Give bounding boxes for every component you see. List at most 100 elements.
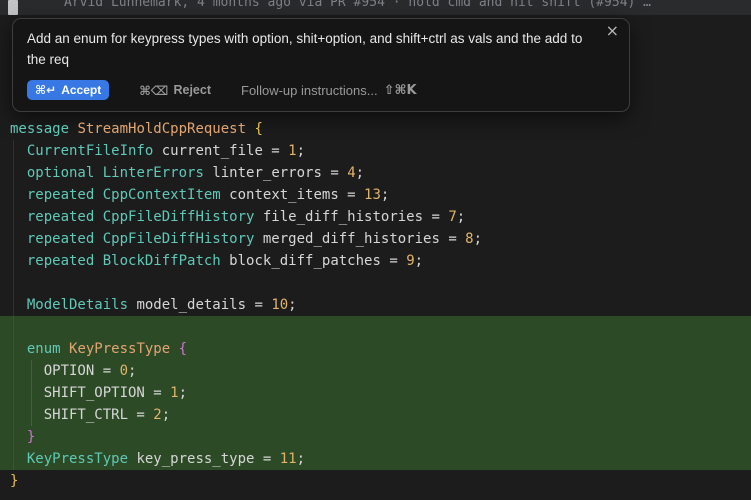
code-token: { xyxy=(254,121,262,137)
reject-shortcut-icon: ⌘⌫ xyxy=(139,83,168,98)
code-token: ; xyxy=(297,143,305,159)
code-token: 4 xyxy=(347,165,355,181)
ai-edit-popup: × Add an enum for keypress types with op… xyxy=(12,18,630,112)
code-token xyxy=(94,165,102,181)
code-token: ; xyxy=(381,187,389,203)
code-token xyxy=(10,451,27,467)
code-line[interactable]: message StreamHoldCppRequest { xyxy=(0,118,751,140)
code-token xyxy=(10,165,27,181)
code-token xyxy=(61,341,69,357)
code-token: ModelDetails xyxy=(27,297,128,313)
code-line[interactable]: } xyxy=(0,470,751,492)
code-line[interactable]: repeated CppFileDiffHistory file_diff_hi… xyxy=(0,206,751,228)
code-token: 10 xyxy=(271,297,288,313)
code-token: StreamHoldCppRequest xyxy=(77,121,246,137)
accept-shortcut-icon: ⌘↵ xyxy=(35,83,56,97)
code-token xyxy=(10,253,27,269)
accept-label: Accept xyxy=(61,83,101,97)
code-token xyxy=(94,253,102,269)
code-token: repeated xyxy=(27,253,94,269)
followup-label: Follow-up instructions... xyxy=(241,83,378,98)
code-token: SHIFT_OPTION = xyxy=(10,385,170,401)
code-token xyxy=(10,341,27,357)
code-token xyxy=(94,187,102,203)
code-token: SHIFT_CTRL = xyxy=(10,407,153,423)
code-token: 1 xyxy=(288,143,296,159)
code-token: ; xyxy=(415,253,423,269)
editor-window: Arvid Lunnemark, 4 months ago via PR #95… xyxy=(0,0,751,500)
code-token: optional xyxy=(27,165,94,181)
code-token: ; xyxy=(356,165,364,181)
code-token xyxy=(10,143,27,159)
code-token: { xyxy=(179,341,187,357)
code-token xyxy=(94,209,102,225)
code-token: KeyPressType xyxy=(27,451,128,467)
followup-shortcut: ⇧⌘K xyxy=(384,83,417,98)
code-token: key_press_type = xyxy=(128,451,280,467)
code-token: repeated xyxy=(27,187,94,203)
git-blame-text: Arvid Lunnemark, 4 months ago via PR #95… xyxy=(64,0,651,13)
code-area: message StreamHoldCppRequest { CurrentFi… xyxy=(0,118,751,492)
code-token: ; xyxy=(179,385,187,401)
code-token: KeyPressType xyxy=(69,341,170,357)
code-token: ; xyxy=(457,209,465,225)
text-cursor xyxy=(8,0,18,15)
code-line[interactable]: CurrentFileInfo current_file = 1; xyxy=(0,140,751,162)
code-token: ; xyxy=(288,297,296,313)
accept-button[interactable]: ⌘↵ Accept xyxy=(27,80,109,100)
code-token xyxy=(170,341,178,357)
code-token: CurrentFileInfo xyxy=(27,143,153,159)
code-line[interactable]: repeated BlockDiffPatch block_diff_patch… xyxy=(0,250,751,272)
code-token: LinterErrors xyxy=(103,165,204,181)
code-token: ; xyxy=(474,231,482,247)
code-token: message xyxy=(10,121,77,137)
code-token: } xyxy=(27,429,35,445)
code-token xyxy=(10,209,27,225)
code-line[interactable]: } xyxy=(0,426,751,448)
code-token: 13 xyxy=(364,187,381,203)
code-line[interactable]: SHIFT_CTRL = 2; xyxy=(0,404,751,426)
code-token xyxy=(10,429,27,445)
code-line[interactable] xyxy=(0,316,751,338)
code-token: 7 xyxy=(448,209,456,225)
code-line[interactable]: SHIFT_OPTION = 1; xyxy=(0,382,751,404)
code-token: 11 xyxy=(280,451,297,467)
code-token: 0 xyxy=(120,363,128,379)
reject-button[interactable]: ⌘⌫ Reject xyxy=(139,83,211,98)
code-token: } xyxy=(10,473,18,489)
code-token: ; xyxy=(297,451,305,467)
prompt-text: Add an enum for keypress types with opti… xyxy=(13,19,629,70)
code-token xyxy=(10,187,27,203)
followup-instructions-button[interactable]: Follow-up instructions... ⇧⌘K xyxy=(241,83,417,98)
code-token: model_details = xyxy=(128,297,271,313)
code-token: CppFileDiffHistory xyxy=(103,231,255,247)
code-line[interactable]: KeyPressType key_press_type = 11; xyxy=(0,448,751,470)
code-line[interactable]: ModelDetails model_details = 10; xyxy=(0,294,751,316)
code-token: CppContextItem xyxy=(103,187,221,203)
code-token: 8 xyxy=(465,231,473,247)
code-token: BlockDiffPatch xyxy=(103,253,221,269)
code-token: context_items = xyxy=(221,187,364,203)
code-token: CppFileDiffHistory xyxy=(103,209,255,225)
code-token: repeated xyxy=(27,209,94,225)
code-token: file_diff_histories = xyxy=(254,209,448,225)
code-line[interactable]: repeated CppContextItem context_items = … xyxy=(0,184,751,206)
close-icon[interactable]: × xyxy=(606,21,619,41)
code-token: 9 xyxy=(406,253,414,269)
code-token: ; xyxy=(162,407,170,423)
code-token: block_diff_patches = xyxy=(221,253,406,269)
code-token xyxy=(10,297,27,313)
code-line[interactable]: enum KeyPressType { xyxy=(0,338,751,360)
code-line[interactable] xyxy=(0,272,751,294)
code-line[interactable]: OPTION = 0; xyxy=(0,360,751,382)
popup-actions: ⌘↵ Accept ⌘⌫ Reject Follow-up instructio… xyxy=(13,70,629,111)
code-token: OPTION = xyxy=(10,363,120,379)
code-line[interactable]: repeated CppFileDiffHistory merged_diff_… xyxy=(0,228,751,250)
code-token: ; xyxy=(128,363,136,379)
code-token xyxy=(94,231,102,247)
code-line[interactable]: optional LinterErrors linter_errors = 4; xyxy=(0,162,751,184)
code-token: current_file = xyxy=(153,143,288,159)
code-token: merged_diff_histories = xyxy=(254,231,465,247)
code-token: enum xyxy=(27,341,61,357)
git-blame-line[interactable]: Arvid Lunnemark, 4 months ago via PR #95… xyxy=(0,0,751,15)
